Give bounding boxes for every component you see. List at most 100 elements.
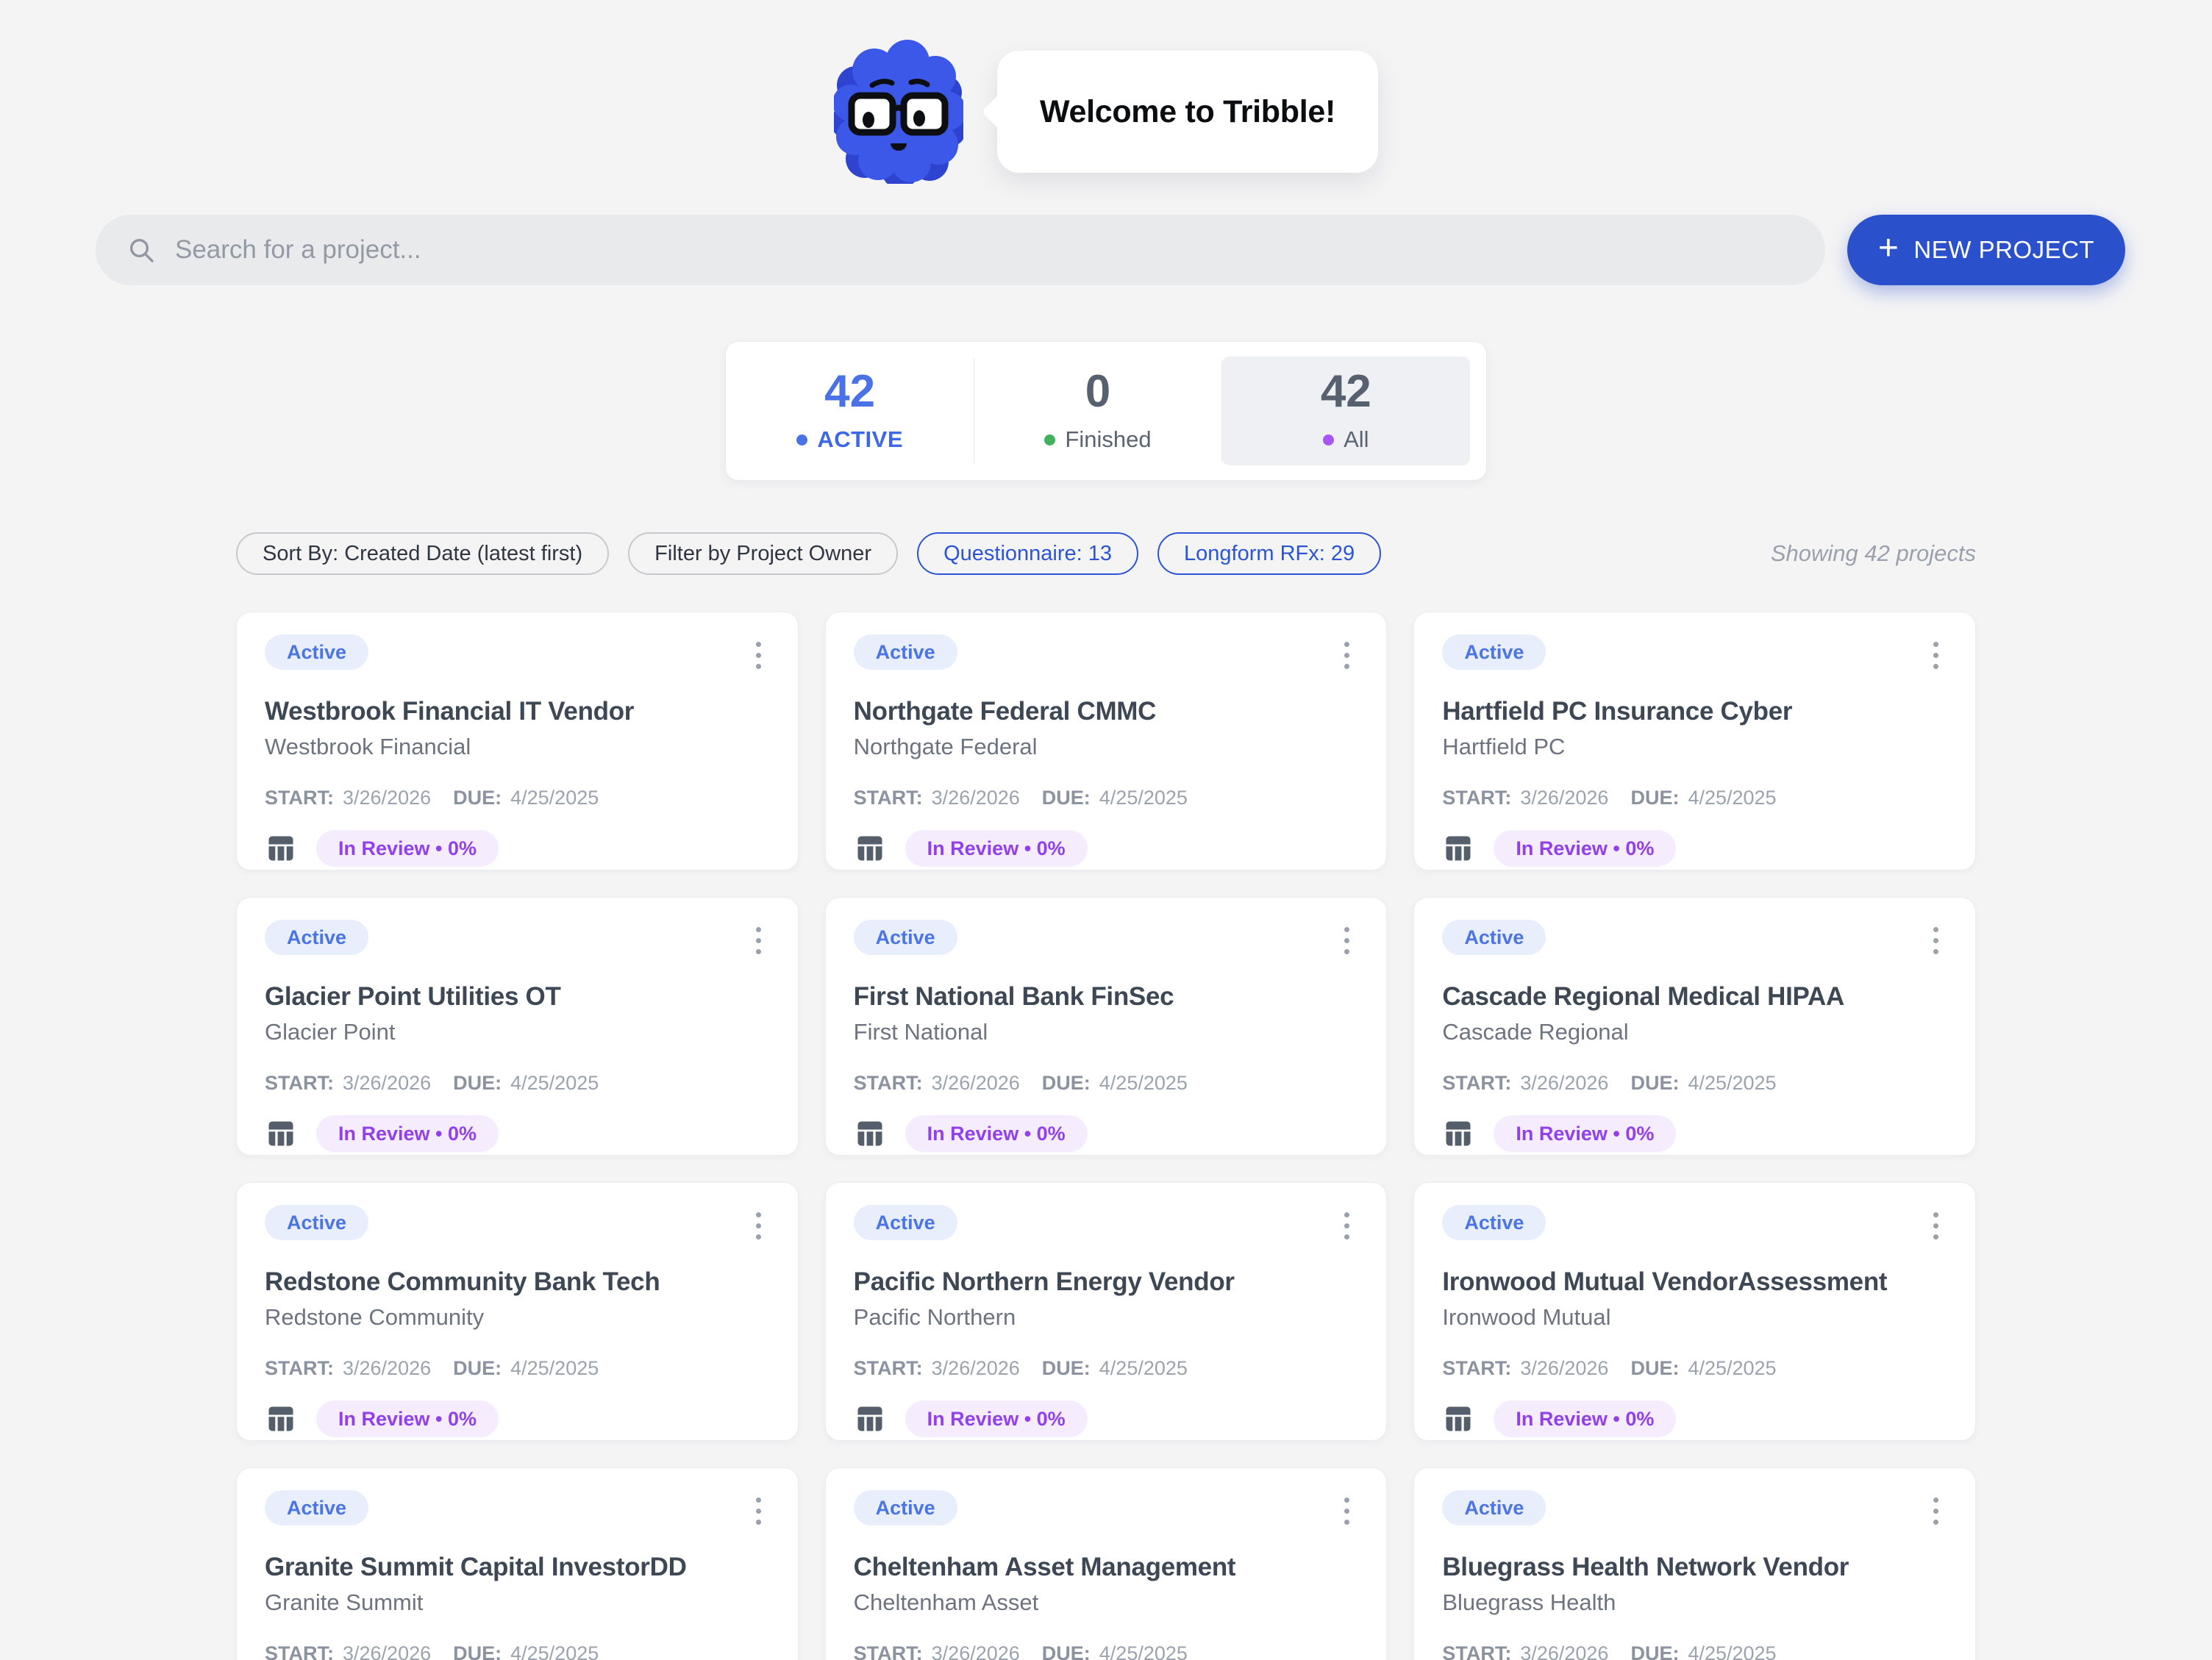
card-footer: In Review • 0%: [854, 1400, 1359, 1437]
stat-label-row: ACTIVE: [796, 426, 903, 453]
project-card[interactable]: Active Glacier Point Utilities OT Glacie…: [236, 897, 799, 1156]
project-title: Granite Summit Capital InvestorDD: [265, 1553, 770, 1582]
status-badge: Active: [854, 634, 957, 670]
due-label: DUE:: [1042, 1642, 1091, 1660]
filter-chip[interactable]: Questionnaire: 13: [917, 532, 1138, 575]
kebab-menu-icon[interactable]: [747, 1490, 770, 1532]
welcome-text: Welcome to Tribble!: [1040, 94, 1335, 130]
card-header: Active: [265, 1205, 770, 1247]
project-client: Granite Summit: [265, 1589, 770, 1616]
table-icon: [265, 1403, 297, 1435]
project-title: Cheltenham Asset Management: [854, 1553, 1359, 1582]
project-card[interactable]: Active Northgate Federal CMMC Northgate …: [825, 612, 1388, 870]
project-title: Redstone Community Bank Tech: [265, 1267, 770, 1297]
project-card[interactable]: Active Redstone Community Bank Tech Reds…: [236, 1182, 799, 1441]
project-card[interactable]: Active Bluegrass Health Network Vendor B…: [1413, 1467, 1976, 1660]
project-dates: START: 3/26/2026 DUE: 4/25/2025: [854, 1642, 1359, 1660]
mascot-icon: [834, 40, 963, 184]
table-icon: [1442, 1117, 1474, 1150]
kebab-menu-icon[interactable]: [1335, 1490, 1358, 1532]
start-label: START:: [265, 1072, 334, 1095]
kebab-menu-icon[interactable]: [1335, 1205, 1358, 1247]
status-summary: 42 ACTIVE 0 Finished 42 All: [725, 341, 1487, 481]
progress-badge: In Review • 0%: [1494, 1115, 1676, 1152]
stat-label: ACTIVE: [817, 426, 903, 453]
project-title: Bluegrass Health Network Vendor: [1442, 1553, 1947, 1582]
project-client: Northgate Federal: [854, 734, 1359, 760]
start-label: START:: [854, 1642, 923, 1660]
kebab-menu-icon[interactable]: [1924, 1490, 1947, 1532]
project-dates: START: 3/26/2026 DUE: 4/25/2025: [854, 1357, 1359, 1380]
filter-chip[interactable]: Longform RFx: 29: [1157, 532, 1381, 575]
start-date: 3/26/2026: [1520, 1072, 1608, 1095]
due-date: 4/25/2025: [510, 1072, 599, 1095]
card-header: Active: [265, 634, 770, 676]
stat-dot-icon: [1323, 434, 1334, 446]
header: Welcome to Tribble!: [0, 0, 2212, 185]
card-header: Active: [265, 920, 770, 962]
start-label: START:: [1442, 1357, 1511, 1380]
project-dates: START: 3/26/2026 DUE: 4/25/2025: [854, 787, 1359, 809]
search-input[interactable]: [175, 235, 1794, 265]
project-card[interactable]: Active Hartfield PC Insurance Cyber Hart…: [1413, 612, 1976, 870]
project-card[interactable]: Active Westbrook Financial IT Vendor Wes…: [236, 612, 799, 870]
kebab-menu-icon[interactable]: [747, 1205, 770, 1247]
kebab-menu-icon[interactable]: [1924, 1205, 1947, 1247]
project-title: Northgate Federal CMMC: [854, 697, 1359, 726]
stat-segment-all[interactable]: 42 All: [1222, 357, 1470, 465]
project-dates: START: 3/26/2026 DUE: 4/25/2025: [265, 1357, 770, 1380]
status-badge: Active: [1442, 1205, 1546, 1240]
kebab-menu-icon[interactable]: [1335, 920, 1358, 962]
start-label: START:: [1442, 1072, 1511, 1095]
due-label: DUE:: [453, 1072, 502, 1095]
project-client: Ironwood Mutual: [1442, 1304, 1947, 1331]
stat-label: All: [1344, 426, 1369, 453]
project-card[interactable]: Active Cascade Regional Medical HIPAA Ca…: [1413, 897, 1976, 1156]
card-header: Active: [854, 920, 1359, 962]
project-card[interactable]: Active Pacific Northern Energy Vendor Pa…: [825, 1182, 1388, 1441]
stat-segment-finished[interactable]: 0 Finished: [974, 342, 1221, 480]
kebab-menu-icon[interactable]: [1335, 634, 1358, 676]
start-date: 3/26/2026: [1520, 787, 1608, 809]
project-card[interactable]: Active Ironwood Mutual VendorAssessment …: [1413, 1182, 1976, 1441]
table-icon: [265, 832, 297, 865]
project-card[interactable]: Active First National Bank FinSec First …: [825, 897, 1388, 1156]
stat-value: 0: [1085, 369, 1110, 415]
card-footer: In Review • 0%: [265, 1400, 770, 1437]
card-header: Active: [1442, 1490, 1947, 1532]
due-date: 4/25/2025: [510, 787, 599, 809]
due-date: 4/25/2025: [1688, 787, 1776, 809]
start-date: 3/26/2026: [343, 1642, 431, 1660]
project-client: Hartfield PC: [1442, 734, 1947, 760]
stat-dot-icon: [1044, 434, 1055, 446]
new-project-button[interactable]: + NEW PROJECT: [1847, 215, 2125, 285]
stat-label-row: Finished: [1044, 426, 1151, 453]
project-search[interactable]: [96, 215, 1825, 285]
filter-chip[interactable]: Filter by Project Owner: [628, 532, 898, 575]
status-badge: Active: [854, 1490, 957, 1525]
kebab-menu-icon[interactable]: [747, 920, 770, 962]
stat-label-row: All: [1323, 426, 1369, 453]
kebab-menu-icon[interactable]: [1924, 634, 1947, 676]
project-client: First National: [854, 1019, 1359, 1045]
card-footer: In Review • 0%: [1442, 1115, 1947, 1152]
table-icon: [854, 1403, 886, 1435]
project-client: Redstone Community: [265, 1304, 770, 1331]
start-label: START:: [1442, 787, 1511, 809]
filter-chip[interactable]: Sort By: Created Date (latest first): [236, 532, 609, 575]
due-date: 4/25/2025: [510, 1642, 599, 1660]
projects-dashboard: Welcome to Tribble! + NEW PROJECT 42 ACT…: [0, 0, 2212, 1660]
progress-badge: In Review • 0%: [1494, 830, 1676, 867]
start-date: 3/26/2026: [1520, 1642, 1608, 1660]
kebab-menu-icon[interactable]: [747, 634, 770, 676]
due-label: DUE:: [1042, 1357, 1091, 1380]
kebab-menu-icon[interactable]: [1924, 920, 1947, 962]
project-card[interactable]: Active Granite Summit Capital InvestorDD…: [236, 1467, 799, 1660]
project-card[interactable]: Active Cheltenham Asset Management Chelt…: [825, 1467, 1388, 1660]
status-badge: Active: [1442, 634, 1546, 670]
project-dates: START: 3/26/2026 DUE: 4/25/2025: [1442, 1357, 1947, 1380]
stat-segment-active[interactable]: 42 ACTIVE: [726, 342, 974, 480]
start-date: 3/26/2026: [932, 1357, 1020, 1380]
stat-dot-icon: [796, 434, 807, 446]
due-date: 4/25/2025: [1099, 1357, 1188, 1380]
